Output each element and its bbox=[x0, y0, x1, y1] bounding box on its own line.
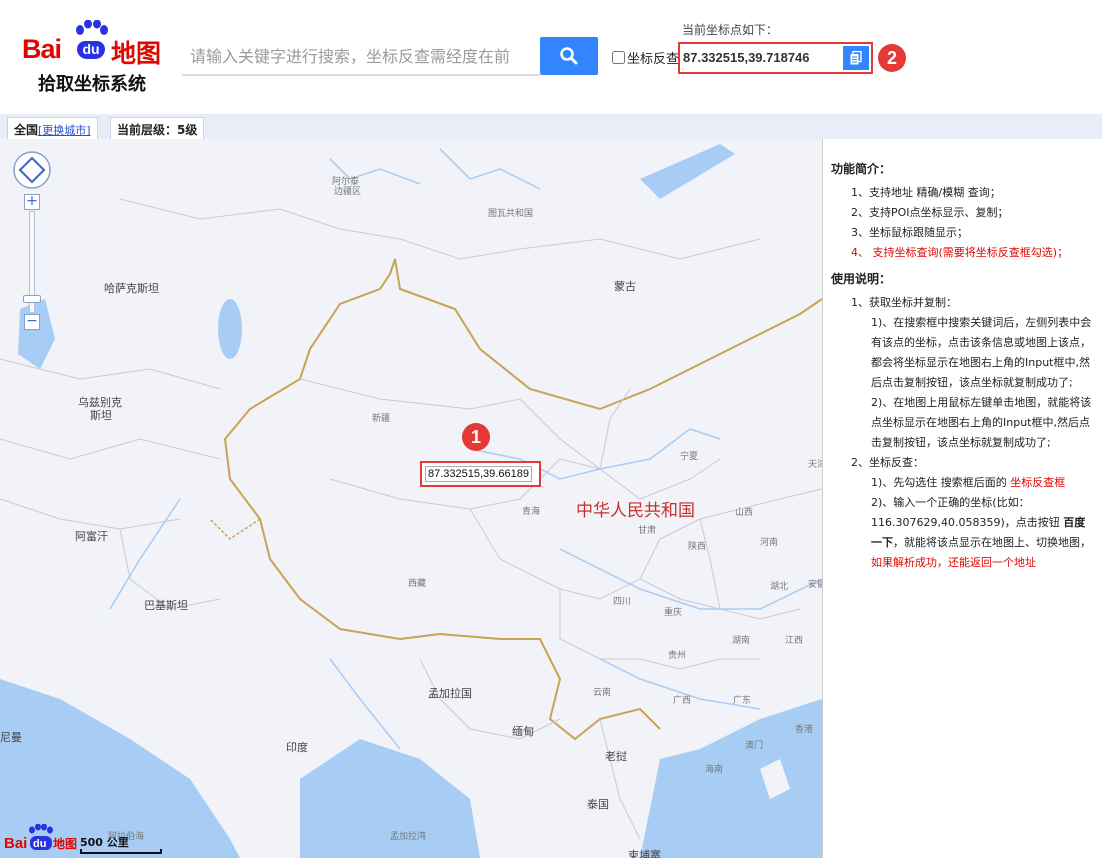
intro-item: 3、坐标鼠标跟随显示； bbox=[851, 226, 968, 239]
usage-step-2: 2、坐标反查： bbox=[851, 456, 924, 469]
logo-brand: Bai bbox=[22, 34, 62, 64]
usage-step-2b: 2)、输入一个正确的坐标(比如：116.307629,40.058359)，点击… bbox=[871, 496, 1091, 569]
map-place-label: 边疆区 bbox=[334, 187, 362, 197]
usage-title: 使用说明： bbox=[831, 272, 892, 286]
map-place-label: 阿富汗 bbox=[75, 530, 108, 543]
annotation-badge-2: 2 bbox=[878, 44, 906, 72]
intro-item: 2、支持POI点坐标显示、复制； bbox=[851, 206, 1009, 219]
map-place-label: 云南 bbox=[593, 688, 612, 698]
intro-item: 4、 支持坐标查询(需要将坐标反查框勾选)； bbox=[851, 246, 1069, 259]
map-place-label: 香港 bbox=[795, 725, 814, 735]
usage-step-1b: 2)、在地图上用鼠标左键单击地图，就能将该点坐标显示在地图右上角的Input框中… bbox=[871, 396, 1092, 449]
change-city-link[interactable]: [更换城市] bbox=[38, 124, 91, 137]
tab-zoom-level: 当前层级：5级 bbox=[110, 117, 205, 139]
map-place-label: 柬埔寨 bbox=[628, 849, 661, 858]
svg-text:地图: 地图 bbox=[53, 836, 77, 851]
scale-label: 500 公里 bbox=[80, 836, 129, 849]
usage-step-1: 1、获取坐标并复制： bbox=[851, 296, 957, 309]
map-place-label: 孟加拉国 bbox=[428, 687, 472, 700]
map-place-label: 四川 bbox=[613, 597, 632, 607]
search-icon bbox=[560, 47, 578, 65]
logo-subtitle: 拾取坐标系统 bbox=[38, 74, 146, 95]
map-place-label: 天津 bbox=[808, 460, 822, 470]
map-place-label: 西藏 bbox=[408, 579, 427, 589]
help-sidebar: 功能简介： 1、支持地址 精确/模糊 查询； 2、支持POI点坐标显示、复制； … bbox=[822, 139, 1102, 858]
map-place-label: 哈萨克斯坦 bbox=[104, 282, 159, 295]
map-place-label: 澳门 bbox=[745, 741, 764, 751]
city-name: 全国 bbox=[14, 123, 39, 137]
pan-control-icon[interactable] bbox=[12, 150, 52, 190]
annotation-badge-1: 1 bbox=[462, 423, 490, 451]
map-place-label: 湖北 bbox=[770, 582, 789, 592]
copy-icon bbox=[850, 51, 862, 65]
map-place-label: 泰国 bbox=[587, 798, 609, 811]
zoom-slider-handle[interactable] bbox=[23, 295, 41, 303]
reverse-lookup-checkbox[interactable] bbox=[612, 50, 625, 64]
svg-text:du: du bbox=[33, 838, 46, 850]
map-place-label: 孟加拉湾 bbox=[390, 832, 427, 842]
map-place-label: 江西 bbox=[785, 636, 804, 646]
scale-bar bbox=[80, 849, 162, 854]
zoom-out-button[interactable]: − bbox=[24, 314, 40, 330]
map-place-label: 河南 bbox=[760, 538, 779, 548]
map-place-label: 缅甸 bbox=[512, 725, 534, 738]
map-place-label: 山西 bbox=[735, 508, 754, 518]
svg-text:Bai: Bai bbox=[4, 835, 27, 852]
intro-item: 1、支持地址 精确/模糊 查询； bbox=[851, 186, 1001, 199]
coord-caption: 当前坐标点如下： bbox=[682, 23, 779, 37]
baidu-map-logo[interactable]: Bai du 地图 拾取坐标系统 bbox=[22, 20, 167, 95]
map-place-label: 印度 bbox=[286, 741, 308, 754]
map-coordinate-value: 87.332515,39.66189 bbox=[425, 466, 532, 482]
map-place-label: 广东 bbox=[733, 696, 752, 706]
map-place-label: 陕西 bbox=[688, 542, 707, 552]
map-base-layer bbox=[0, 144, 822, 858]
logo-map-text: 地图 bbox=[111, 39, 162, 68]
coord-output-box: 87.332515,39.718746 bbox=[678, 42, 873, 74]
usage-step-2a: 1)、先勾选住 搜索框后面的 坐标反查框 bbox=[871, 476, 1066, 489]
map-place-label: 尼曼 bbox=[0, 731, 22, 744]
map-place-label: 重庆 bbox=[664, 608, 683, 618]
map-place-label: 广西 bbox=[673, 696, 692, 706]
map-place-label: 湖南 bbox=[732, 636, 751, 646]
map-place-label: 斯坦 bbox=[90, 409, 112, 422]
map-place-label: 蒙古 bbox=[614, 280, 636, 293]
reverse-lookup-toggle[interactable]: 坐标反查 bbox=[612, 48, 680, 67]
usage-step-1a: 1)、在搜索框中搜索关键词后，左侧列表中会有该点的坐标，点击该条信息或地图上该点… bbox=[871, 316, 1092, 389]
map-place-label: 宁夏 bbox=[680, 452, 699, 462]
baidu-paw-icon: Bai du 地图 bbox=[4, 823, 77, 852]
map-place-label: 甘肃 bbox=[638, 526, 657, 536]
reverse-lookup-label: 坐标反查 bbox=[627, 51, 680, 67]
search-input[interactable] bbox=[182, 38, 540, 76]
map-place-label: 贵州 bbox=[668, 651, 687, 661]
country-label-china: 中华人民共和国 bbox=[576, 501, 695, 521]
header: Bai du 地图 拾取坐标系统 坐标反查 当前坐标点如下： 87.332515… bbox=[0, 0, 1102, 114]
map-toolbar: 全国[更换城市] 当前层级：5级 bbox=[0, 114, 1102, 139]
map-place-label: 巴基斯坦 bbox=[144, 599, 188, 612]
zoom-in-button[interactable]: + bbox=[24, 194, 40, 210]
map-place-label: 图瓦共和国 bbox=[488, 209, 534, 219]
logo-du: du bbox=[77, 41, 105, 59]
intro-title: 功能简介： bbox=[831, 162, 892, 176]
tab-city[interactable]: 全国[更换城市] bbox=[7, 117, 98, 139]
search-button[interactable] bbox=[540, 37, 598, 75]
map-place-label: 新疆 bbox=[372, 414, 391, 424]
map-place-label: 老挝 bbox=[605, 750, 627, 763]
map-place-label: 安徽 bbox=[808, 580, 822, 590]
coord-output-value[interactable]: 87.332515,39.718746 bbox=[683, 50, 810, 65]
map-place-label: 海南 bbox=[705, 765, 724, 775]
map-place-label: 青海 bbox=[522, 507, 541, 517]
map-coordinate-popup: 87.332515,39.66189 bbox=[420, 461, 541, 487]
map-logo: Bai du 地图 bbox=[2, 823, 78, 854]
map-canvas[interactable]: 阿尔泰 边疆区 图瓦共和国 哈萨克斯坦 蒙古 乌兹别克 斯坦 新疆 宁夏 青海 甘肃 山西 陕西 河南 阿富… bbox=[0, 139, 822, 858]
copy-button[interactable] bbox=[843, 46, 869, 70]
